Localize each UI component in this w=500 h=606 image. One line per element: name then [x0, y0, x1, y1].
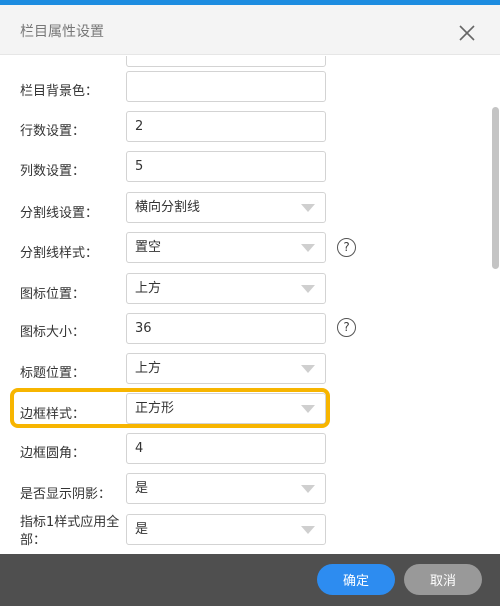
chevron-down-icon: [301, 285, 315, 293]
show-shadow-label: 是否显示阴影：: [20, 487, 112, 502]
icon-size-label: 图标大小：: [20, 325, 86, 340]
divider-setting-value: 横向分割线: [135, 200, 201, 215]
chevron-down-icon: [301, 365, 315, 373]
border-style-label: 边框样式：: [20, 407, 86, 422]
divider-style-value: 置空: [135, 240, 162, 255]
divider-style-select[interactable]: 置空: [126, 232, 326, 263]
rows-setting-input[interactable]: 2: [126, 111, 326, 142]
show-shadow-value: 是: [135, 481, 149, 496]
dialog-title: 栏目属性设置: [20, 24, 104, 40]
cols-setting-input[interactable]: 5: [126, 151, 326, 182]
indicator-apply-all-label: 指标1样式应用全部：: [20, 515, 120, 548]
scrollbar-thumb[interactable]: [492, 107, 499, 269]
rows-setting-label: 行数设置：: [20, 124, 86, 139]
cancel-button[interactable]: 取消: [404, 564, 482, 595]
border-style-value: 正方形: [135, 401, 175, 416]
icon-position-value: 上方: [135, 281, 162, 296]
help-icon[interactable]: ?: [337, 318, 356, 337]
background-color-label: 栏目背景色：: [20, 84, 99, 99]
cols-setting-label: 列数设置：: [20, 164, 86, 179]
border-radius-input[interactable]: 4: [126, 433, 326, 464]
divider-setting-label: 分割线设置：: [20, 206, 99, 221]
chevron-down-icon: [301, 485, 315, 493]
confirm-button[interactable]: 确定: [317, 564, 395, 595]
indicator-apply-all-select[interactable]: 是: [126, 514, 326, 545]
indicator-apply-all-value: 是: [135, 522, 149, 537]
icon-position-label: 图标位置：: [20, 287, 86, 302]
show-shadow-select[interactable]: 是: [126, 473, 326, 504]
divider-style-label: 分割线样式：: [20, 246, 99, 261]
icon-position-select[interactable]: 上方: [126, 273, 326, 304]
dialog-header: 栏目属性设置: [0, 5, 500, 55]
help-icon[interactable]: ?: [337, 238, 356, 257]
background-color-input[interactable]: [126, 71, 326, 102]
title-position-label: 标题位置：: [20, 366, 86, 381]
dialog-footer: 确定 取消: [0, 554, 500, 606]
border-radius-label: 边框圆角：: [20, 446, 86, 461]
icon-size-input[interactable]: 36: [126, 313, 326, 344]
dialog-body: 栏目背景色： 行数设置： 2 列数设置： 5 分割线设置： 横向分割线 分割线样…: [0, 56, 500, 554]
border-style-select[interactable]: 正方形: [126, 393, 326, 424]
chevron-down-icon: [301, 526, 315, 534]
chevron-down-icon: [301, 405, 315, 413]
close-icon[interactable]: [456, 22, 478, 44]
title-position-select[interactable]: 上方: [126, 353, 326, 384]
chevron-down-icon: [301, 204, 315, 212]
chevron-down-icon: [301, 244, 315, 252]
partial-field-top[interactable]: [126, 56, 326, 67]
divider-setting-select[interactable]: 横向分割线: [126, 192, 326, 223]
title-position-value: 上方: [135, 361, 162, 376]
